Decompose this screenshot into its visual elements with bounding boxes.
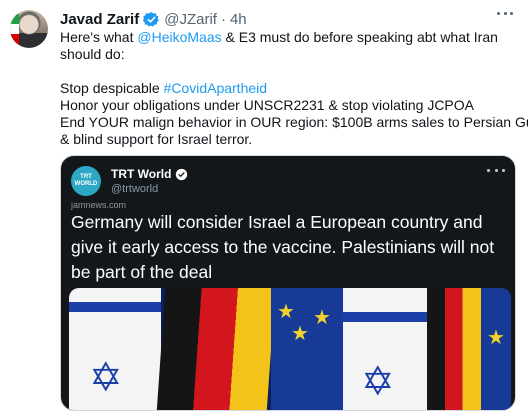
more-options-icon[interactable] xyxy=(494,6,516,20)
more-options-icon[interactable] xyxy=(487,166,505,174)
eu-flag: ★ ★ ★ xyxy=(271,288,343,410)
israel-flag: ✡ xyxy=(69,288,161,410)
quoted-tweet-card[interactable]: TRT WORLD TRT World @trtworld jamnews.co… xyxy=(60,155,516,411)
hashtag-link[interactable]: #CovidApartheid xyxy=(164,80,268,96)
tweet-line-5: End YOUR malign behavior in OUR region: … xyxy=(60,114,528,130)
germany-flag xyxy=(427,288,481,410)
germany-flag xyxy=(156,288,276,410)
tweet-header: Javad Zarif @JZarif · 4h xyxy=(60,9,247,29)
tweet[interactable]: Javad Zarif @JZarif · 4h Here's what @He… xyxy=(0,0,528,415)
flags-photo[interactable]: ✡ ★ ★ ★ ✡ ★ xyxy=(69,288,511,410)
verified-badge-icon xyxy=(143,11,160,26)
tweet-line-1: Here's what @HeikoMaas & E3 must do befo… xyxy=(60,29,498,45)
tweet-line-4: Honor your obligations under UNSCR2231 &… xyxy=(60,97,474,113)
headline-line: give it early access to the vaccine. Pal… xyxy=(71,237,495,257)
author-handle[interactable]: @JZarif xyxy=(164,11,217,28)
separator-dot: · xyxy=(220,10,226,28)
quoted-author-avatar[interactable]: TRT WORLD xyxy=(71,166,101,196)
quoted-author-name[interactable]: TRT World xyxy=(111,167,171,181)
iran-flag-icon xyxy=(10,14,19,44)
tweet-line-2: should do: xyxy=(60,46,125,62)
quoted-author-handle[interactable]: @trtworld xyxy=(111,183,158,195)
headline-line: be part of the deal xyxy=(71,262,213,282)
eu-flag: ★ xyxy=(481,288,511,410)
tweet-time[interactable]: 4h xyxy=(230,11,247,28)
quoted-headline: Germany will consider Israel a European … xyxy=(71,210,511,285)
quoted-author-name-row: TRT World xyxy=(111,167,188,181)
source-domain: jamnews.com xyxy=(71,200,127,210)
tweet-line-6: & blind support for Israel terror. xyxy=(60,131,253,147)
israel-flag: ✡ xyxy=(343,288,427,410)
tweet-line-3: Stop despicable #CovidApartheid xyxy=(60,80,268,96)
verified-badge-icon xyxy=(176,168,188,180)
mention-link[interactable]: @HeikoMaas xyxy=(137,29,221,45)
tweet-body: Here's what @HeikoMaas & E3 must do befo… xyxy=(60,29,528,148)
author-avatar[interactable] xyxy=(10,10,48,48)
author-name[interactable]: Javad Zarif xyxy=(60,11,139,28)
headline-line: Germany will consider Israel a European … xyxy=(71,212,483,232)
